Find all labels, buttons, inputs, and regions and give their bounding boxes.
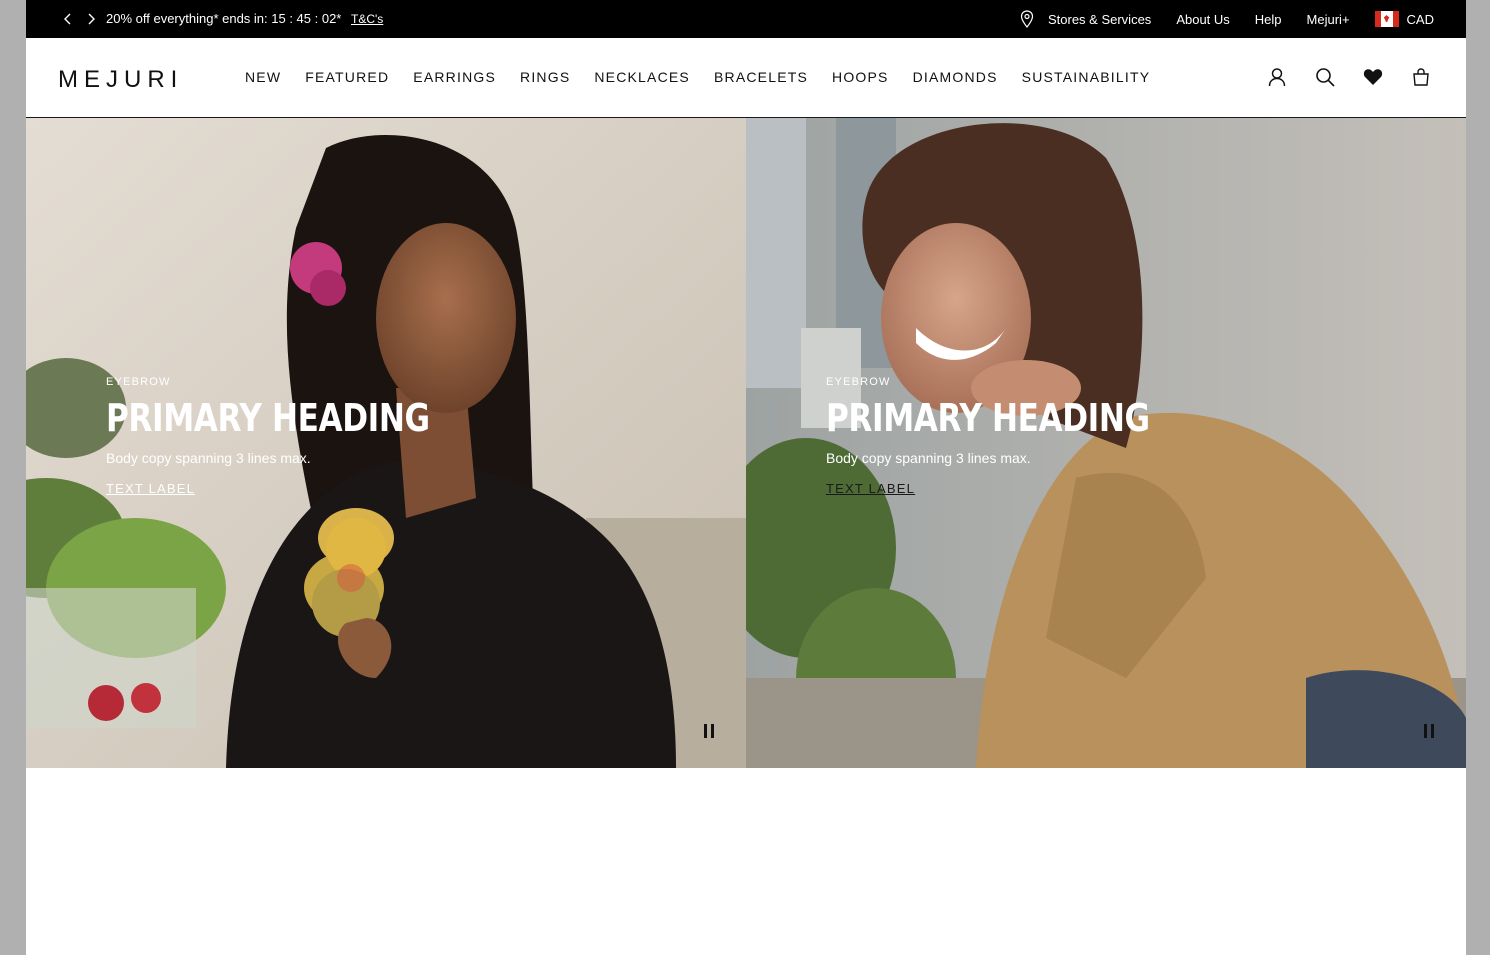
terms-link[interactable]: T&C's <box>351 12 383 26</box>
user-icon[interactable] <box>1266 66 1288 88</box>
page: 20% off everything* ends in: 15 : 45 : 0… <box>26 0 1466 955</box>
mejuri-plus-link[interactable]: Mejuri+ <box>1307 12 1350 27</box>
main-nav: NEW FEATURED EARRINGS RINGS NECKLACES BR… <box>245 69 1174 85</box>
pause-icon[interactable] <box>704 724 716 740</box>
body-copy: Body copy spanning 3 lines max. <box>826 450 1031 466</box>
nav-earrings[interactable]: EARRINGS <box>413 69 496 85</box>
header-actions <box>1266 66 1432 88</box>
hero-panel-right[interactable]: EYEBROW PRIMARY HEADING Body copy spanni… <box>746 118 1466 768</box>
heart-icon[interactable] <box>1362 66 1384 88</box>
announcement-bar: 20% off everything* ends in: 15 : 45 : 0… <box>26 0 1466 38</box>
shopping-bag-icon[interactable] <box>1410 66 1432 88</box>
hero-copy-left: EYEBROW PRIMARY HEADING Body copy spanni… <box>106 376 501 498</box>
site-header: MEJURI NEW FEATURED EARRINGS RINGS NECKL… <box>26 38 1466 118</box>
primary-heading: PRIMARY HEADING <box>826 396 1150 440</box>
eyebrow-text: EYEBROW <box>826 376 891 388</box>
eyebrow-text: EYEBROW <box>106 376 171 388</box>
map-pin-icon <box>1020 10 1034 28</box>
nav-hoops[interactable]: HOOPS <box>832 69 889 85</box>
search-icon[interactable] <box>1314 66 1336 88</box>
chevron-left-icon[interactable] <box>60 12 74 26</box>
cta-link[interactable]: TEXT LABEL <box>826 481 915 496</box>
nav-necklaces[interactable]: NECKLACES <box>594 69 690 85</box>
currency-selector[interactable]: CAD <box>1407 12 1434 27</box>
hero-section: EYEBROW PRIMARY HEADING Body copy spanni… <box>26 118 1466 768</box>
cta-link[interactable]: TEXT LABEL <box>106 481 195 496</box>
promo-text: 20% off everything* ends in: 15 : 45 : 0… <box>106 11 342 26</box>
nav-rings[interactable]: RINGS <box>520 69 570 85</box>
nav-sustainability[interactable]: SUSTAINABILITY <box>1022 69 1151 85</box>
hero-panel-left[interactable]: EYEBROW PRIMARY HEADING Body copy spanni… <box>26 118 746 768</box>
brand-logo[interactable]: MEJURI <box>58 66 183 94</box>
promo-message: 20% off everything* ends in: 15 : 45 : 0… <box>106 11 383 26</box>
help-link[interactable]: Help <box>1255 12 1282 27</box>
hero-copy-right: EYEBROW PRIMARY HEADING Body copy spanni… <box>826 376 1221 498</box>
nav-new[interactable]: NEW <box>245 69 281 85</box>
body-copy: Body copy spanning 3 lines max. <box>106 450 311 466</box>
canada-flag-icon[interactable] <box>1374 11 1399 27</box>
nav-bracelets[interactable]: BRACELETS <box>714 69 808 85</box>
about-us-link[interactable]: About Us <box>1176 12 1229 27</box>
nav-featured[interactable]: FEATURED <box>305 69 389 85</box>
stores-services-link[interactable]: Stores & Services <box>1048 12 1151 27</box>
nav-diamonds[interactable]: DIAMONDS <box>913 69 998 85</box>
chevron-right-icon[interactable] <box>84 12 98 26</box>
primary-heading: PRIMARY HEADING <box>106 396 430 440</box>
utility-nav: Stores & Services About Us Help Mejuri+ … <box>1020 0 1434 38</box>
pause-icon[interactable] <box>1424 724 1436 740</box>
